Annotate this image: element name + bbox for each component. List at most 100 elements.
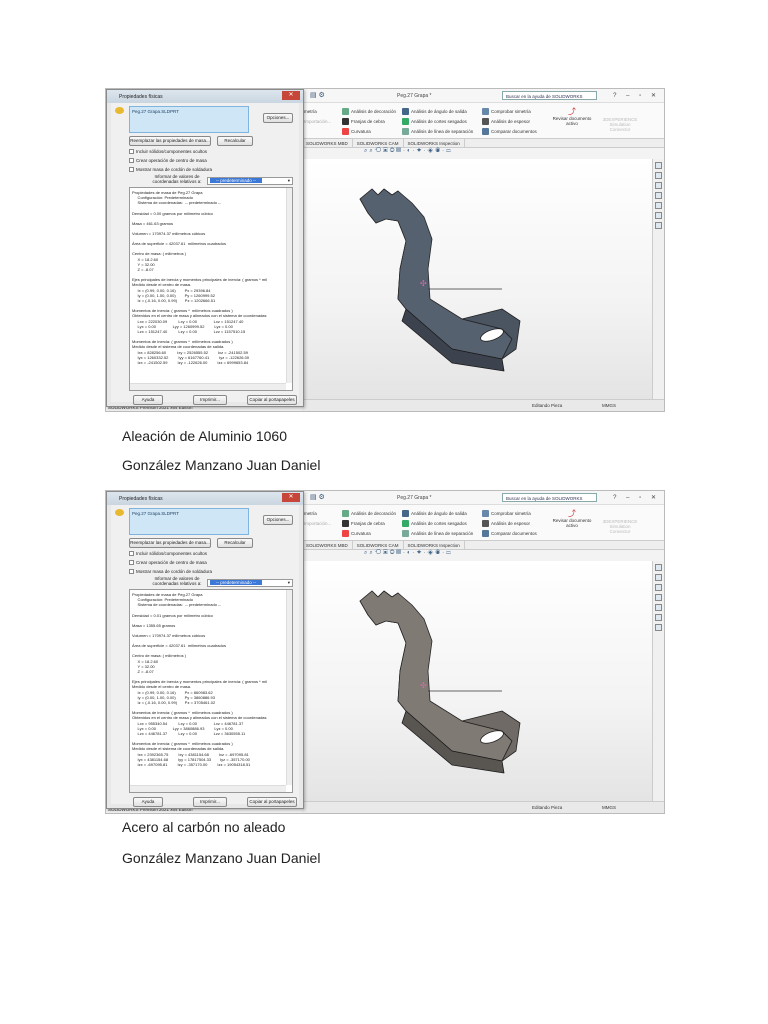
override-mass-button[interactable]: Reemplazar las propiedades de masa... <box>129 136 211 146</box>
close-button[interactable]: ✕ <box>282 91 300 100</box>
coordinate-system-select[interactable]: -- predeterminado -- ▾ <box>207 177 293 185</box>
task-pane-tab-icon[interactable] <box>655 624 662 631</box>
checkbox[interactable] <box>129 560 134 565</box>
coordinate-system-select[interactable]: -- predeterminado -- ▾ <box>207 579 293 587</box>
recalculate-button[interactable]: Recalcular <box>217 538 253 548</box>
copy-clipboard-button[interactable]: Copiar al portapapeles <box>247 797 297 807</box>
checkbox[interactable] <box>129 569 134 574</box>
task-pane-tab-icon[interactable] <box>655 614 662 621</box>
view-toolbar[interactable]: ⌕⌕⟲▣◎▥·◐·✦·◈◉·▭ <box>302 148 664 158</box>
command-tabs: SOLIDWORKS MBD SOLIDWORKS CAM SOLIDWORKS I… <box>302 139 664 148</box>
ribbon-button[interactable]: Análisis de ángulo de salida <box>402 106 473 116</box>
status-units[interactable]: MMGS <box>602 403 616 408</box>
graphics-viewport[interactable]: ✣ <box>302 159 652 399</box>
ribbon-button[interactable]: Franjas de cebra <box>342 116 396 126</box>
ribbon-button[interactable]: Comparar documentos <box>482 528 537 538</box>
simulation-connector-button[interactable]: 3DEXPERIENCE Simulation Connector <box>600 117 640 132</box>
checkbox-label: Mostrar masa de cordón de soldadura <box>136 569 213 574</box>
ribbon-button[interactable]: Análisis de decoración <box>342 106 396 116</box>
review-document-button[interactable]: ⤴ Revisar documento activo <box>552 106 592 127</box>
review-document-button[interactable]: ⤴ Revisar documento activo <box>552 508 592 529</box>
task-pane-tab-icon[interactable] <box>655 162 662 169</box>
ribbon-item[interactable]: metría <box>304 106 331 116</box>
options-icon[interactable]: ▤ ⚙ <box>310 91 325 99</box>
checkbox[interactable] <box>129 167 134 172</box>
ribbon-button[interactable]: Análisis de ángulo de salida <box>402 508 473 518</box>
vertical-scrollbar[interactable] <box>286 590 292 785</box>
ribbon-button[interactable]: Comparar documentos <box>482 126 537 136</box>
help-button[interactable]: Ayuda <box>133 395 163 405</box>
show-weld-mass-checkbox[interactable]: Mostrar masa de cordón de soldadura <box>129 569 212 574</box>
review-icon: ⤴ <box>568 106 576 116</box>
checkbox[interactable] <box>129 551 134 556</box>
include-hidden-checkbox[interactable]: Incluir sólidos/componentes ocultos <box>129 149 207 154</box>
task-pane-tab-icon[interactable] <box>655 594 662 601</box>
create-com-checkbox[interactable]: Crear operación de centro de masa <box>129 158 207 163</box>
task-pane-tab-icon[interactable] <box>655 202 662 209</box>
help-search-input[interactable]: Buscar en la ayuda de SOLIDWORKS <box>502 493 597 502</box>
view-toolbar[interactable]: ⌕⌕⟲▣◎▥·◐·✦·◈◉·▭ <box>302 550 664 560</box>
coordinate-label: Informar de valores de coordenadas relat… <box>152 576 202 586</box>
copy-clipboard-button[interactable]: Copiar al portapapeles <box>247 395 297 405</box>
horizontal-scrollbar[interactable] <box>130 383 286 390</box>
ribbon-button[interactable]: Análisis de espesor <box>482 518 537 528</box>
horizontal-scrollbar[interactable] <box>130 785 286 792</box>
task-pane-tab-icon[interactable] <box>655 222 662 229</box>
title-bar: ▤ ⚙ Peg.27 Grapa * Buscar en la ayuda de S… <box>302 491 664 505</box>
window-controls[interactable]: ? – ▫ ✕ <box>613 92 660 99</box>
tab-1[interactable]: SOLIDWORKS CAM <box>353 139 404 147</box>
graphics-viewport[interactable]: ✣ <box>302 561 652 801</box>
ribbon-button[interactable]: Curvatura <box>342 126 396 136</box>
selected-items-box[interactable]: Peg.27 Grapa.SLDPRT <box>129 106 249 133</box>
ribbon-item[interactable]: metría <box>304 508 331 518</box>
mass-properties-report[interactable]: Propiedades de masa de Peg.27 Grapa Conf… <box>129 187 293 391</box>
options-button[interactable]: Opciones... <box>263 515 293 525</box>
ribbon-button[interactable]: Análisis de espesor <box>482 116 537 126</box>
ribbon-button[interactable]: Comprobar simetría <box>482 508 537 518</box>
checkbox[interactable] <box>129 158 134 163</box>
tab-2[interactable]: SOLIDWORKS Inspection <box>404 139 465 147</box>
task-pane-tab-icon[interactable] <box>655 604 662 611</box>
ribbon-button[interactable]: Franjas de cebra <box>342 518 396 528</box>
tab-0[interactable]: SOLIDWORKS MBD <box>302 541 353 549</box>
include-hidden-checkbox[interactable]: Incluir sólidos/componentes ocultos <box>129 551 207 556</box>
help-search-input[interactable]: Buscar en la ayuda de SOLIDWORKS <box>502 91 597 100</box>
checkbox-label: Incluir sólidos/componentes ocultos <box>136 551 208 556</box>
override-mass-button[interactable]: Reemplazar las propiedades de masa... <box>129 538 211 548</box>
ribbon-button[interactable]: Análisis de línea de separación <box>402 126 473 136</box>
print-button[interactable]: Imprimir... <box>193 395 227 405</box>
task-pane-tab-icon[interactable] <box>655 172 662 179</box>
ribbon-item[interactable]: Importación... <box>304 116 331 126</box>
ribbon-button[interactable]: Análisis de cortes sesgados <box>402 116 473 126</box>
window-controls[interactable]: ? – ▫ ✕ <box>613 494 660 501</box>
task-pane-tab-icon[interactable] <box>655 182 662 189</box>
show-weld-mass-checkbox[interactable]: Mostrar masa de cordón de soldadura <box>129 167 212 172</box>
selected-items-box[interactable]: Peg.27 Grapa.SLDPRT <box>129 508 249 535</box>
tab-0[interactable]: SOLIDWORKS MBD <box>302 139 353 147</box>
task-pane-tab-icon[interactable] <box>655 564 662 571</box>
options-icon[interactable]: ▤ ⚙ <box>310 493 325 501</box>
status-units[interactable]: MMGS <box>602 805 616 810</box>
checkbox[interactable] <box>129 149 134 154</box>
ribbon-button[interactable]: Comprobar simetría <box>482 106 537 116</box>
create-com-checkbox[interactable]: Crear operación de centro de masa <box>129 560 207 565</box>
recalculate-button[interactable]: Recalcular <box>217 136 253 146</box>
ribbon-item[interactable]: Importación... <box>304 518 331 528</box>
task-pane-tab-icon[interactable] <box>655 212 662 219</box>
tab-1[interactable]: SOLIDWORKS CAM <box>353 541 404 549</box>
mass-properties-report[interactable]: Propiedades de masa de Peg.27 Grapa Conf… <box>129 589 293 793</box>
ribbon-button[interactable]: Análisis de cortes sesgados <box>402 518 473 528</box>
vertical-scrollbar[interactable] <box>286 188 292 383</box>
help-button[interactable]: Ayuda <box>133 797 163 807</box>
task-pane-tab-icon[interactable] <box>655 574 662 581</box>
print-button[interactable]: Imprimir... <box>193 797 227 807</box>
ribbon-button[interactable]: Curvatura <box>342 528 396 538</box>
task-pane-tab-icon[interactable] <box>655 584 662 591</box>
tab-2[interactable]: SOLIDWORKS Inspection <box>404 541 465 549</box>
simulation-connector-button[interactable]: 3DEXPERIENCE Simulation Connector <box>600 519 640 534</box>
close-button[interactable]: ✕ <box>282 493 300 502</box>
ribbon-button[interactable]: Análisis de línea de separación <box>402 528 473 538</box>
ribbon-button[interactable]: Análisis de decoración <box>342 508 396 518</box>
task-pane-tab-icon[interactable] <box>655 192 662 199</box>
options-button[interactable]: Opciones... <box>263 113 293 123</box>
